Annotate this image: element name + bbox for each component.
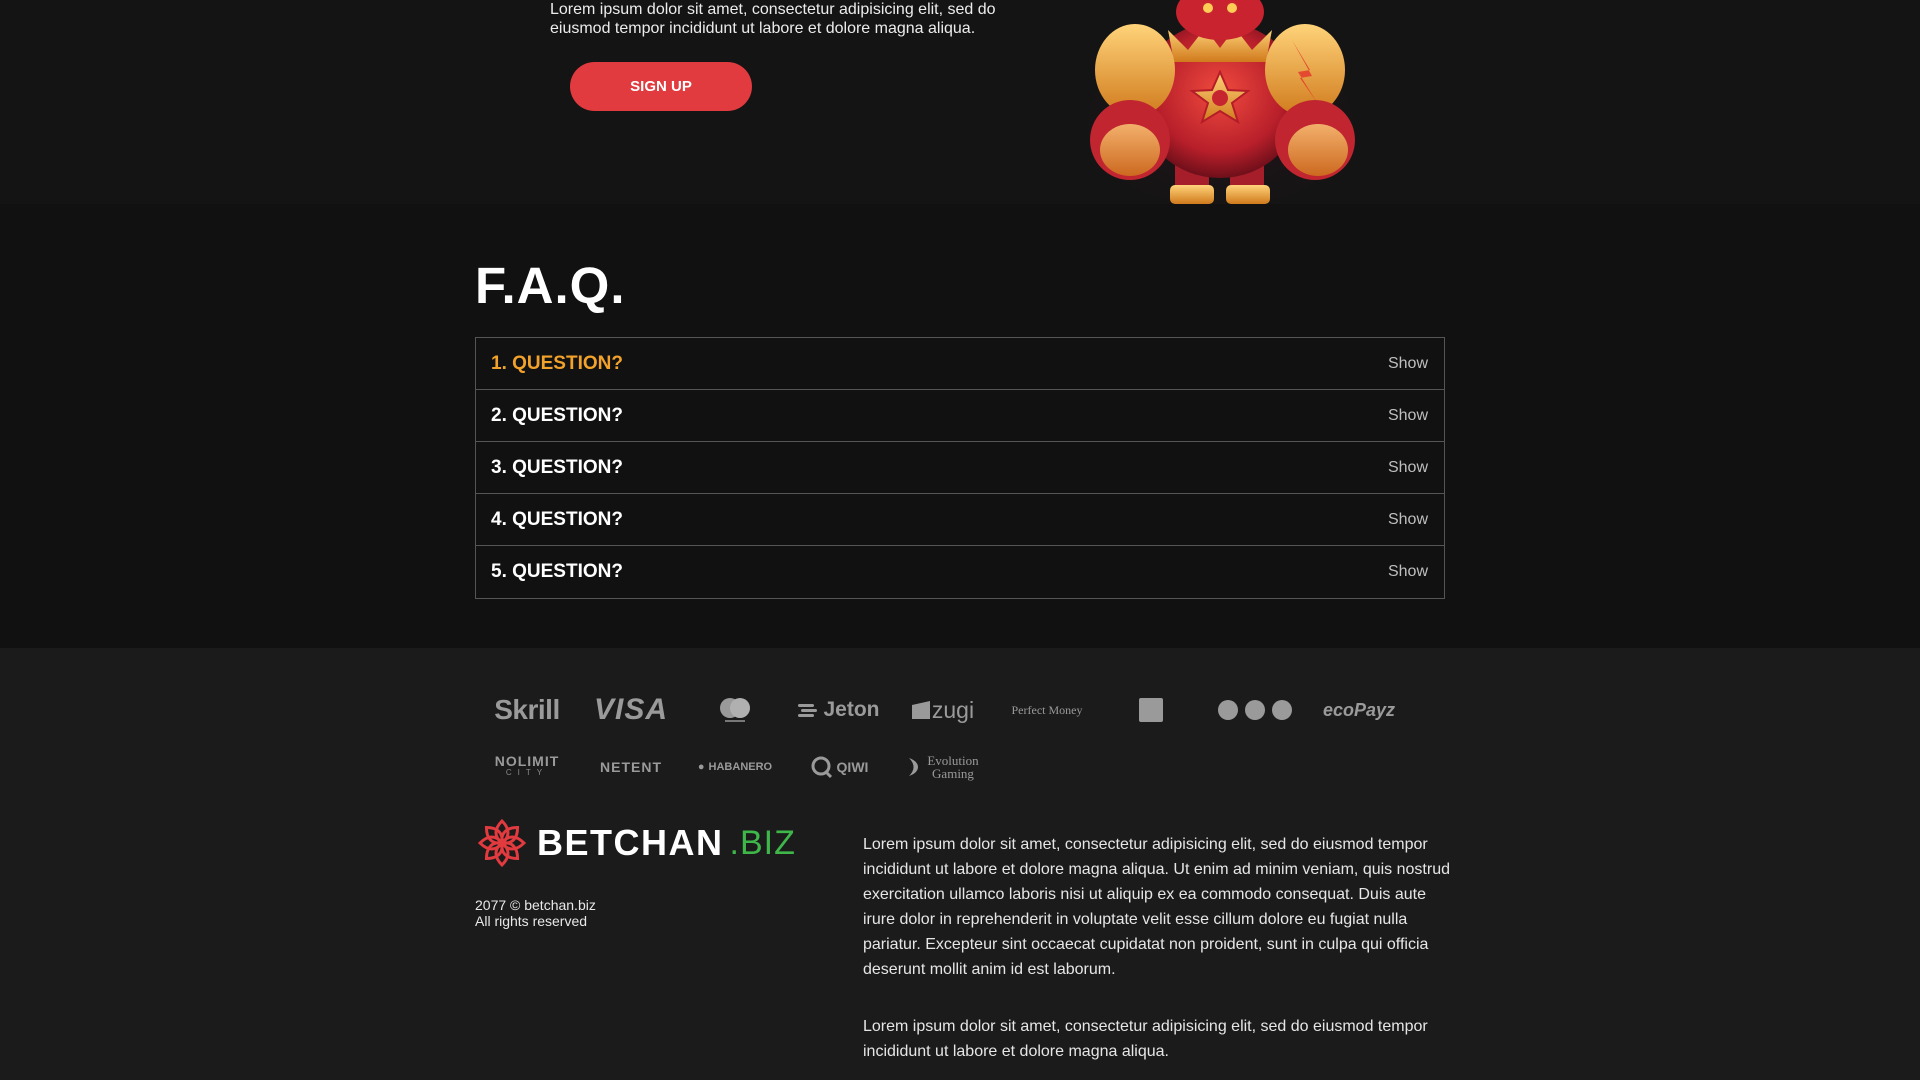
faq-show-toggle[interactable]: Show: [1388, 459, 1428, 477]
faq-show-toggle[interactable]: Show: [1388, 511, 1428, 529]
faq-question: 2. QUESTION?: [491, 404, 623, 426]
nolimit-sub-label: CITY: [505, 768, 549, 777]
square-logo-icon: [1099, 690, 1203, 730]
skrill-logo: Skrill: [494, 694, 560, 725]
signup-button[interactable]: SIGN UP: [570, 62, 752, 111]
faq-question: 5. QUESTION?: [491, 561, 623, 582]
zugi-label: zugi: [931, 696, 975, 723]
three-dots-icon: [1203, 690, 1307, 730]
mastercard-icon: [683, 690, 787, 730]
faq-title: F.A.Q.: [475, 257, 626, 314]
faq-question: 3. QUESTION?: [491, 456, 623, 478]
perfect-money-logo: Perfect Money: [1011, 702, 1083, 717]
hero-description: Lorem ipsum dolor sit amet, consectetur …: [550, 1, 996, 37]
habanero-icon: ●: [697, 761, 705, 773]
faq-item[interactable]: 1. QUESTION? Show: [476, 338, 1444, 390]
brand-tld: .BIZ: [729, 823, 796, 862]
visa-logo: VISA: [593, 693, 669, 726]
footer: Skrill VISA Jeton zugi Perfect Money eco…: [0, 648, 1920, 1080]
nolimit-label: NOLIMIT: [494, 753, 560, 769]
copyright-line: 2077 © betchan.biz: [475, 897, 596, 913]
brand-logo[interactable]: BETCHAN .BIZ: [475, 816, 796, 870]
footer-paragraph: Lorem ipsum dolor sit amet, consectetur …: [863, 836, 1450, 978]
nolimit-city-logo: NOLIMIT CITY: [475, 750, 579, 784]
rights-line: All rights reserved: [475, 913, 588, 929]
qiwi-icon: [811, 756, 832, 779]
footer-description: Lorem ipsum dolor sit amet, consectetur …: [863, 832, 1453, 1080]
robot-character-image: [1060, 0, 1380, 204]
evolution-gaming-logo: Evolution Gaming: [891, 750, 995, 784]
faq-question: 1. QUESTION?: [491, 352, 623, 374]
jeton-icon: [798, 704, 818, 717]
provider-logos-row: NOLIMIT CITY NETENT ● HABANERO QIWI Evol…: [475, 750, 1415, 784]
netent-logo: NETENT: [600, 759, 662, 775]
evolution-sub-label: Gaming: [932, 766, 974, 781]
qiwi-logo: QIWI: [787, 750, 891, 784]
ecopayz-logo: ecoPayz: [1322, 699, 1396, 720]
faq-show-toggle[interactable]: Show: [1388, 563, 1428, 581]
qiwi-label: QIWI: [836, 759, 869, 775]
flower-logo-icon: [477, 818, 527, 868]
payment-logos-row: Skrill VISA Jeton zugi Perfect Money eco…: [475, 690, 1415, 730]
robot-character-icon: [1060, 0, 1380, 204]
habanero-label: HABANERO: [708, 761, 773, 773]
faq-item[interactable]: 4. QUESTION? Show: [476, 494, 1444, 546]
hero-section: Lorem ipsum dolor sit amet, consectetur …: [0, 0, 1920, 204]
brand-name: BETCHAN: [537, 822, 724, 863]
jeton-label: Jeton: [823, 698, 880, 721]
faq-section: F.A.Q. 1. QUESTION? Show 2. QUESTION? Sh…: [0, 204, 1920, 648]
faq-item[interactable]: 2. QUESTION? Show: [476, 390, 1444, 442]
habanero-logo: ● HABANERO: [683, 750, 787, 784]
faq-item[interactable]: 5. QUESTION? Show: [476, 546, 1444, 598]
faq-show-toggle[interactable]: Show: [1388, 355, 1428, 373]
faq-item[interactable]: 3. QUESTION? Show: [476, 442, 1444, 494]
copyright: 2077 © betchan.biz All rights reserved: [475, 897, 596, 929]
zugi-icon: [911, 701, 930, 719]
faq-list: 1. QUESTION? Show 2. QUESTION? Show 3. Q…: [475, 337, 1445, 599]
faq-show-toggle[interactable]: Show: [1388, 407, 1428, 425]
footer-paragraph: Lorem ipsum dolor sit amet, consectetur …: [863, 1018, 1428, 1060]
jeton-logo: Jeton: [787, 690, 891, 730]
evolution-icon: [909, 758, 919, 776]
faq-question: 4. QUESTION?: [491, 508, 623, 530]
zugi-logo: zugi: [891, 690, 995, 730]
